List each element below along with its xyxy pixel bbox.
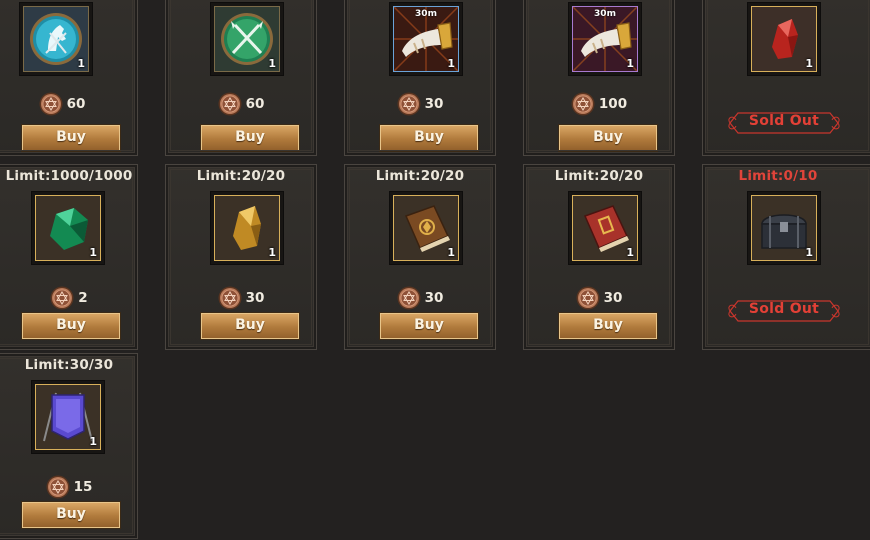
item-price: 60 <box>166 91 316 117</box>
item-quantity: 1 <box>89 435 97 448</box>
item-quantity: 1 <box>268 57 276 70</box>
item-price: 30 <box>345 91 495 117</box>
coin-icon <box>39 92 63 116</box>
price-value: 30 <box>245 290 265 306</box>
sold-out-label: Sold Out <box>728 299 840 323</box>
price-value: 60 <box>245 96 265 112</box>
coin-icon <box>576 286 600 310</box>
buy-button[interactable]: Buy <box>22 125 120 151</box>
item-slot: 1 <box>23 6 89 72</box>
item-timer: 30m <box>415 9 437 19</box>
buy-button[interactable]: Buy <box>22 502 120 528</box>
coin-icon <box>50 286 74 310</box>
item-price: 100 <box>524 91 674 117</box>
shop-card: Limit:20/20 1 30 Buy <box>165 164 317 350</box>
coin-icon <box>571 92 595 116</box>
coin-icon <box>46 475 70 499</box>
buy-button[interactable]: Buy <box>201 313 299 339</box>
item-slot: 1 <box>393 195 459 261</box>
sold-out-text: Sold Out <box>748 113 820 129</box>
purchase-limit: Limit:30/30 <box>24 357 114 373</box>
buy-button[interactable]: Buy <box>559 313 657 339</box>
price-value: 30 <box>603 290 623 306</box>
buy-button[interactable]: Buy <box>22 313 120 339</box>
item-frame[interactable]: 1 <box>32 192 104 264</box>
item-quantity: 1 <box>626 246 634 259</box>
buy-button[interactable]: Buy <box>559 125 657 151</box>
sold-out-text: Sold Out <box>748 301 820 317</box>
shop-card: 1 60 Buy <box>165 0 317 156</box>
item-slot: 1 <box>751 195 817 261</box>
item-frame[interactable]: 1 <box>390 192 462 264</box>
shop-card: Limit:0/10 1 Sold Out <box>702 164 870 350</box>
item-slot: 1 <box>751 6 817 72</box>
shop-card: 1 60 Buy <box>0 0 138 156</box>
item-slot: 1 <box>35 384 101 450</box>
item-timer: 30m <box>594 9 616 19</box>
item-frame[interactable]: 30m 1 <box>569 3 641 75</box>
coin-icon <box>397 92 421 116</box>
item-price: 30 <box>166 285 316 311</box>
item-quantity: 1 <box>447 57 455 70</box>
shop-card: Limit:30/30 1 15 Buy <box>0 353 138 539</box>
item-price: 2 <box>1 285 137 311</box>
item-quantity: 1 <box>268 246 276 259</box>
price-value: 100 <box>598 96 628 112</box>
item-slot: 1 <box>35 195 101 261</box>
item-slot: 1 <box>572 195 638 261</box>
item-frame[interactable]: 1 <box>211 3 283 75</box>
item-quantity: 1 <box>89 246 97 259</box>
price-value: 2 <box>78 290 88 306</box>
purchase-limit: Limit:20/20 <box>554 168 644 184</box>
purchase-limit: Limit:20/20 <box>375 168 465 184</box>
shop-card: 30m 1 30 Buy <box>344 0 496 156</box>
price-value: 60 <box>66 96 86 112</box>
buy-button[interactable]: Buy <box>380 125 478 151</box>
buy-button[interactable]: Buy <box>380 313 478 339</box>
shop-card: Limit:1000/1000 1 2 Buy <box>0 164 138 350</box>
item-frame[interactable]: 1 <box>748 3 820 75</box>
item-price: 30 <box>524 285 674 311</box>
item-slot: 1 <box>214 195 280 261</box>
shop-card: Limit:20/20 1 30 Buy <box>344 164 496 350</box>
price-value: 30 <box>424 290 444 306</box>
item-slot: 30m 1 <box>393 6 459 72</box>
item-frame[interactable]: 30m 1 <box>390 3 462 75</box>
item-quantity: 1 <box>447 246 455 259</box>
item-quantity: 1 <box>805 57 813 70</box>
item-frame[interactable]: 1 <box>20 3 92 75</box>
purchase-limit: Limit:0/10 <box>738 168 818 184</box>
item-quantity: 1 <box>77 57 85 70</box>
coin-icon <box>218 286 242 310</box>
shop-card: Limit:20/20 1 30 Buy <box>523 164 675 350</box>
purchase-limit: Limit:20/20 <box>196 168 286 184</box>
item-price: 15 <box>1 474 137 500</box>
item-price: 30 <box>345 285 495 311</box>
item-frame[interactable]: 1 <box>32 381 104 453</box>
item-quantity: 1 <box>626 57 634 70</box>
sold-out-label: Sold Out <box>728 111 840 135</box>
item-quantity: 1 <box>805 246 813 259</box>
item-frame[interactable]: 1 <box>569 192 641 264</box>
coin-icon <box>397 286 421 310</box>
item-price: 60 <box>0 91 137 117</box>
purchase-limit: Limit:1000/1000 <box>5 168 133 184</box>
item-slot: 1 <box>214 6 280 72</box>
buy-button[interactable]: Buy <box>201 125 299 151</box>
shop-card: 1 Sold Out <box>702 0 870 156</box>
price-value: 15 <box>73 479 93 495</box>
coin-icon <box>218 92 242 116</box>
shop-card: 30m 1 100 Buy <box>523 0 675 156</box>
item-slot: 30m 1 <box>572 6 638 72</box>
item-frame[interactable]: 1 <box>748 192 820 264</box>
item-frame[interactable]: 1 <box>211 192 283 264</box>
price-value: 30 <box>424 96 444 112</box>
